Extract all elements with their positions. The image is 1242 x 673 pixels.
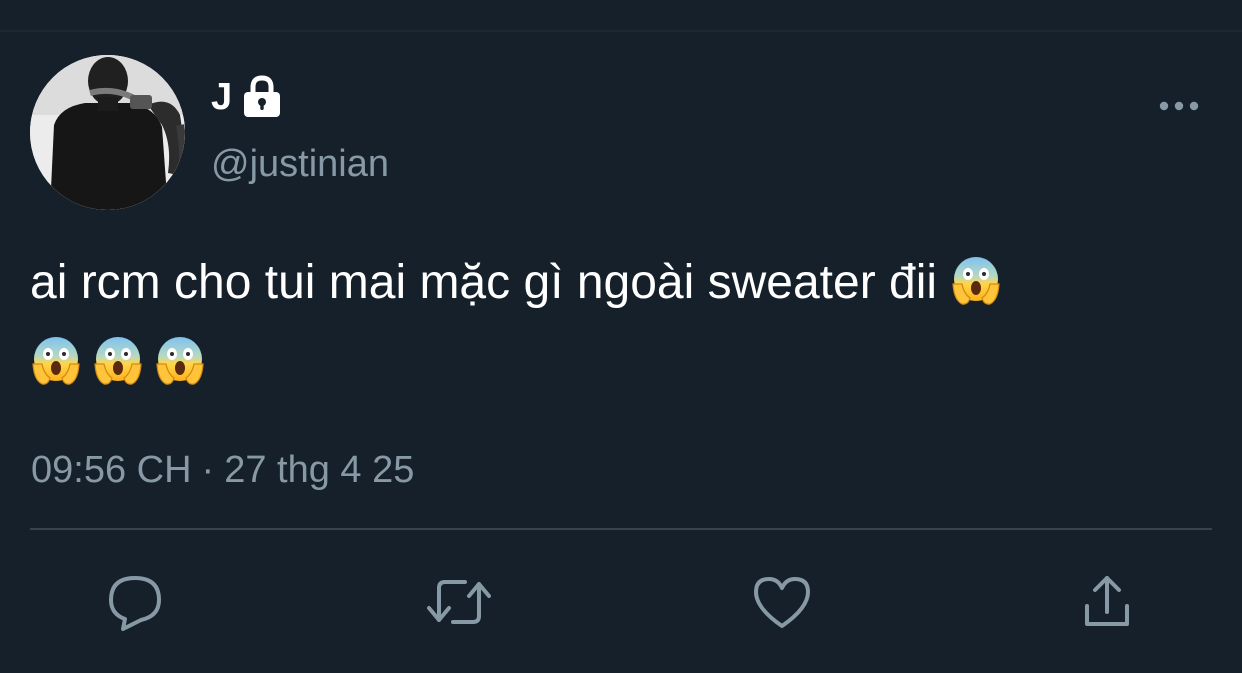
tweet-text: ai rcm cho tui mai mặc gì ngoài sweater … xyxy=(30,243,1210,403)
tweet-timestamp[interactable]: 09:56 CH · 27 thg 4 25 xyxy=(31,446,414,494)
user-handle[interactable]: @justinian xyxy=(211,140,389,188)
timestamp-separator: · xyxy=(201,449,215,491)
tweet-time: 09:56 CH xyxy=(31,449,192,491)
retweet-icon xyxy=(427,580,491,624)
screaming-face-emoji xyxy=(950,254,1002,306)
tweet-body: ai rcm cho tui mai mặc gì ngoài sweater … xyxy=(30,256,938,309)
share-icon xyxy=(1085,576,1129,626)
like-button[interactable] xyxy=(750,570,814,634)
avatar[interactable] xyxy=(30,55,185,210)
lock-icon xyxy=(242,75,282,119)
retweet-button[interactable] xyxy=(427,570,491,634)
more-horizontal-icon xyxy=(1159,101,1199,111)
screaming-face-emoji xyxy=(92,334,144,386)
screaming-face-emoji xyxy=(30,334,82,386)
user-display-name[interactable]: J xyxy=(211,72,232,122)
screaming-face-emoji xyxy=(154,334,206,386)
actions-divider xyxy=(30,528,1212,530)
user-display-name-row[interactable]: J xyxy=(211,72,282,122)
reply-button[interactable] xyxy=(103,570,167,634)
share-button[interactable] xyxy=(1075,570,1139,634)
tweet-date: 27 thg 4 25 xyxy=(224,449,415,491)
more-options-button[interactable] xyxy=(1155,88,1203,124)
top-divider xyxy=(0,30,1242,32)
heart-icon xyxy=(754,577,810,628)
reply-icon xyxy=(109,576,161,631)
